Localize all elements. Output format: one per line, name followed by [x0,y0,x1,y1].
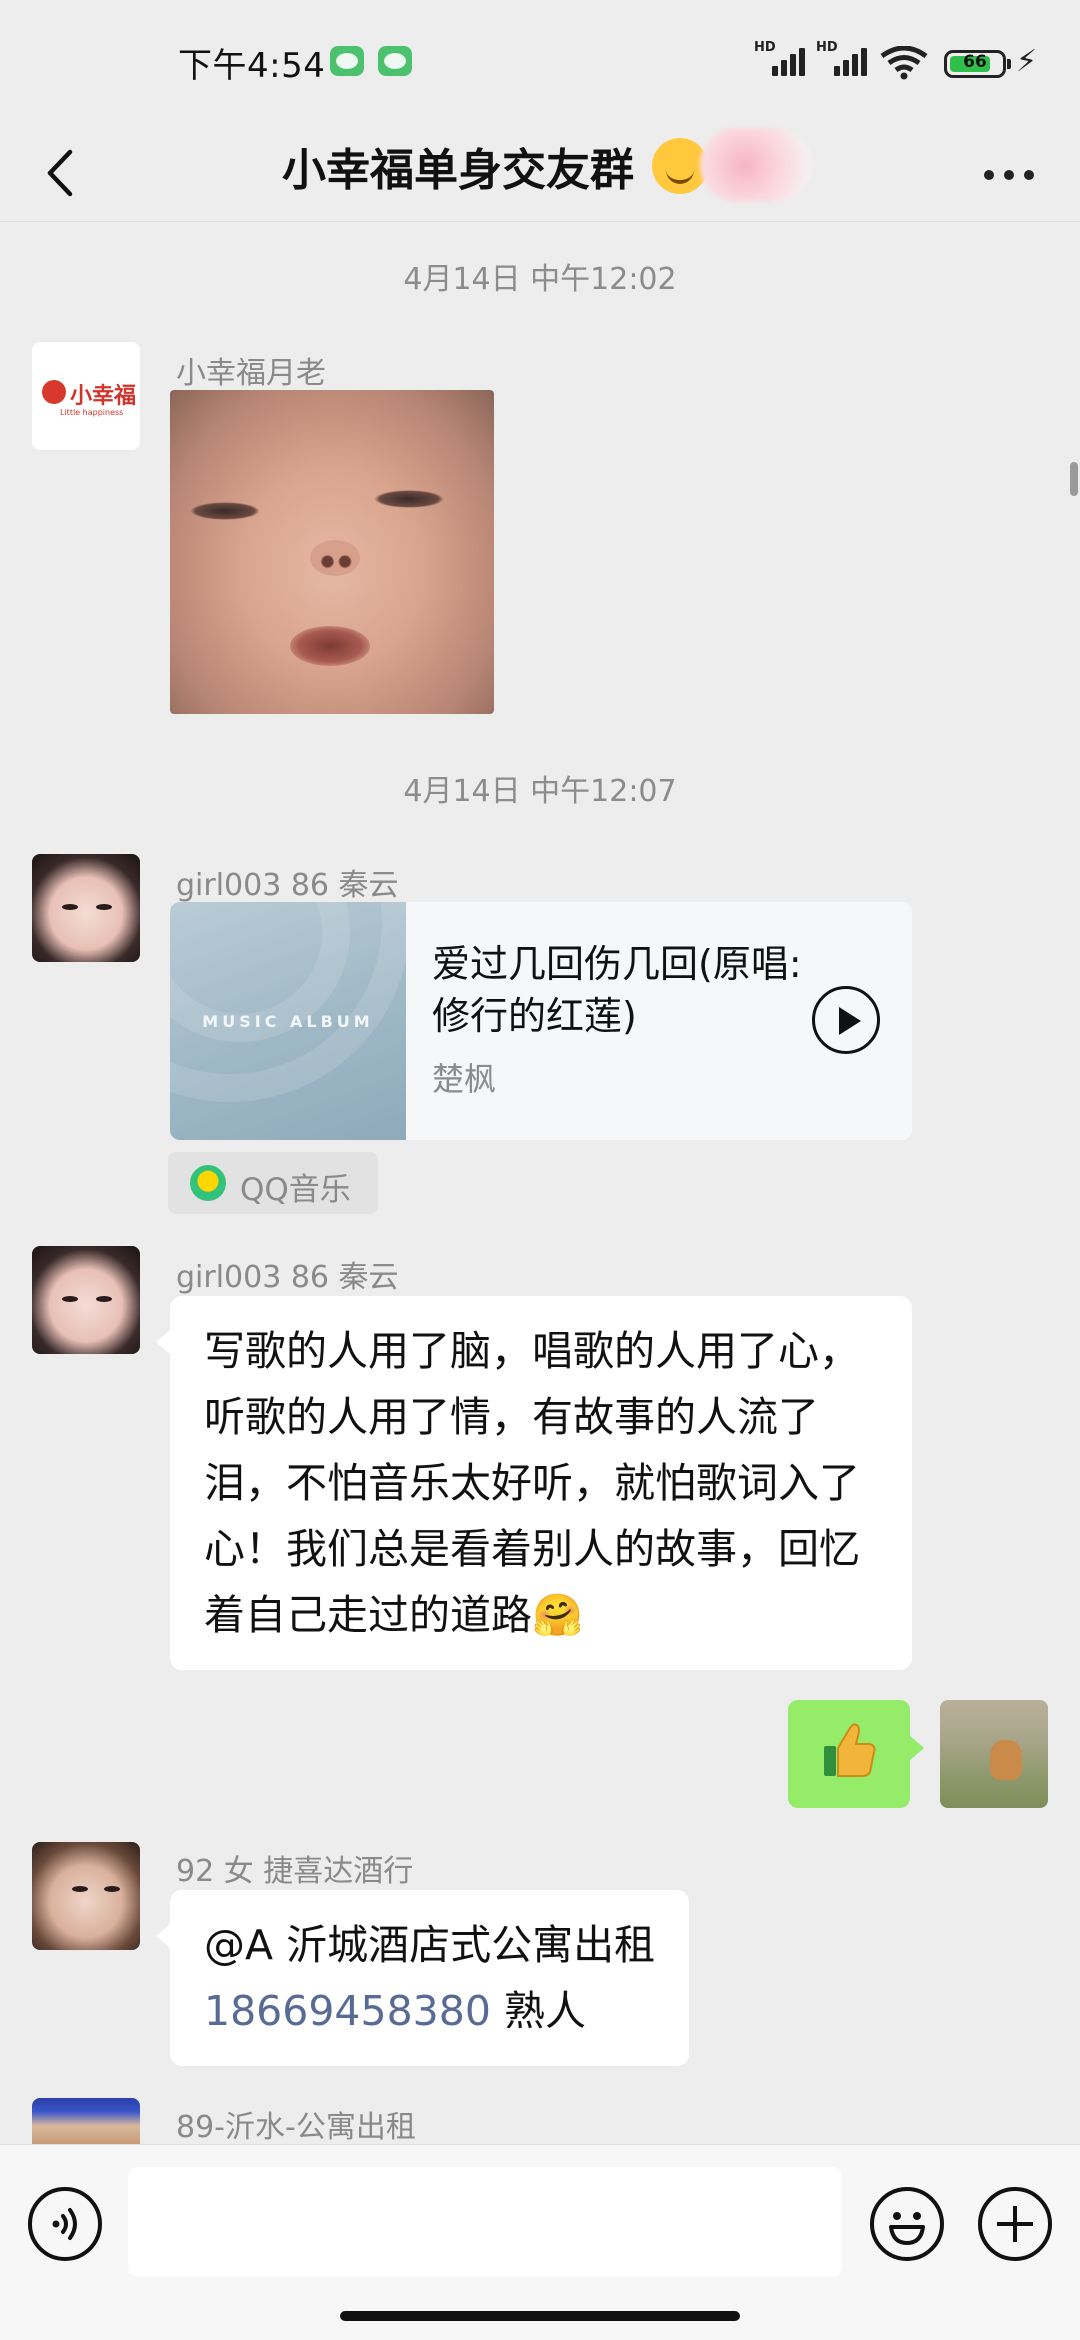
dog-image [990,1740,1022,1780]
wechat-icon [378,46,412,76]
chevron-left-icon [47,149,73,197]
chat-area[interactable]: 4月14日 中午12:02 小幸福 Little happiness 小幸福月老… [0,222,1080,2145]
status-icons: HD HD 66 ⚡ [754,40,1044,80]
music-card[interactable]: MUSIC ALBUM 爱过几回伤几回(原唱:修行的红莲) 楚枫 [170,902,912,1140]
sender-name: 小幸福月老 [176,356,326,391]
plus-button[interactable] [978,2187,1052,2261]
qq-music-icon [190,1165,226,1201]
battery-icon: 66 [944,50,1011,78]
status-time: 下午4:54 [178,46,326,86]
chat-title: 小幸福单身交友群 [282,145,634,196]
song-title: 爱过几回伤几回(原唱:修行的红莲) [432,942,802,1038]
thumbs-up-icon [824,1723,876,1777]
avatar[interactable] [32,1842,140,1950]
sender-name: girl003 86 秦云 [176,1260,399,1295]
sender-name: 92 女 捷喜达酒行 [176,1854,414,1889]
signal-icon: HD [754,40,810,80]
music-source[interactable]: QQ音乐 [168,1152,378,1214]
phone-number-link[interactable]: 18669458380 [204,1987,491,2035]
image-message[interactable] [170,390,494,714]
outgoing-message[interactable] [788,1700,924,1808]
sender-name: girl003 86 秦云 [176,868,399,903]
emoji-button[interactable] [870,2187,944,2261]
avatar[interactable] [32,2098,140,2144]
avatar[interactable]: 小幸福 Little happiness [32,342,140,450]
emoji-icon [889,2212,925,2245]
avatar[interactable] [32,1246,140,1354]
blurred-decoration [700,128,812,202]
voice-icon [52,2208,77,2240]
more-button[interactable] [978,138,1058,208]
wechat-icon [330,46,364,76]
song-artist: 楚枫 [432,1060,497,1098]
back-button[interactable] [28,138,98,208]
home-indicator[interactable] [340,2311,740,2321]
input-bar [0,2144,1080,2340]
signal-icon: HD [816,40,872,80]
sender-name: 89-沂水-公寓出租 [176,2110,416,2145]
logo-icon [42,380,66,404]
wifi-icon [880,46,928,80]
avatar[interactable] [32,854,140,962]
charging-icon: ⚡ [1016,44,1038,79]
my-avatar[interactable] [940,1700,1048,1808]
text-message[interactable]: @A 沂城酒店式公寓出租 18669458380 熟人 [155,1890,690,2066]
timestamp: 4月14日 中午12:02 [403,262,677,297]
message-suffix: 熟人 [490,1987,586,2035]
voice-button[interactable] [28,2187,102,2261]
play-button[interactable] [812,986,880,1054]
message-input[interactable] [128,2167,842,2277]
album-cover: MUSIC ALBUM [170,902,406,1140]
message-line: @A 沂城酒店式公寓出租 [204,1921,656,1969]
timestamp: 4月14日 中午12:07 [403,774,677,809]
chat-header: 小幸福单身交友群 [0,120,1080,222]
text-message[interactable]: 写歌的人用了脑，唱歌的人用了心，听歌的人用了情，有故事的人流了泪，不怕音乐太好听… [156,1296,912,1670]
status-bar: 下午4:54 HD HD 66 ⚡ [0,0,1080,120]
